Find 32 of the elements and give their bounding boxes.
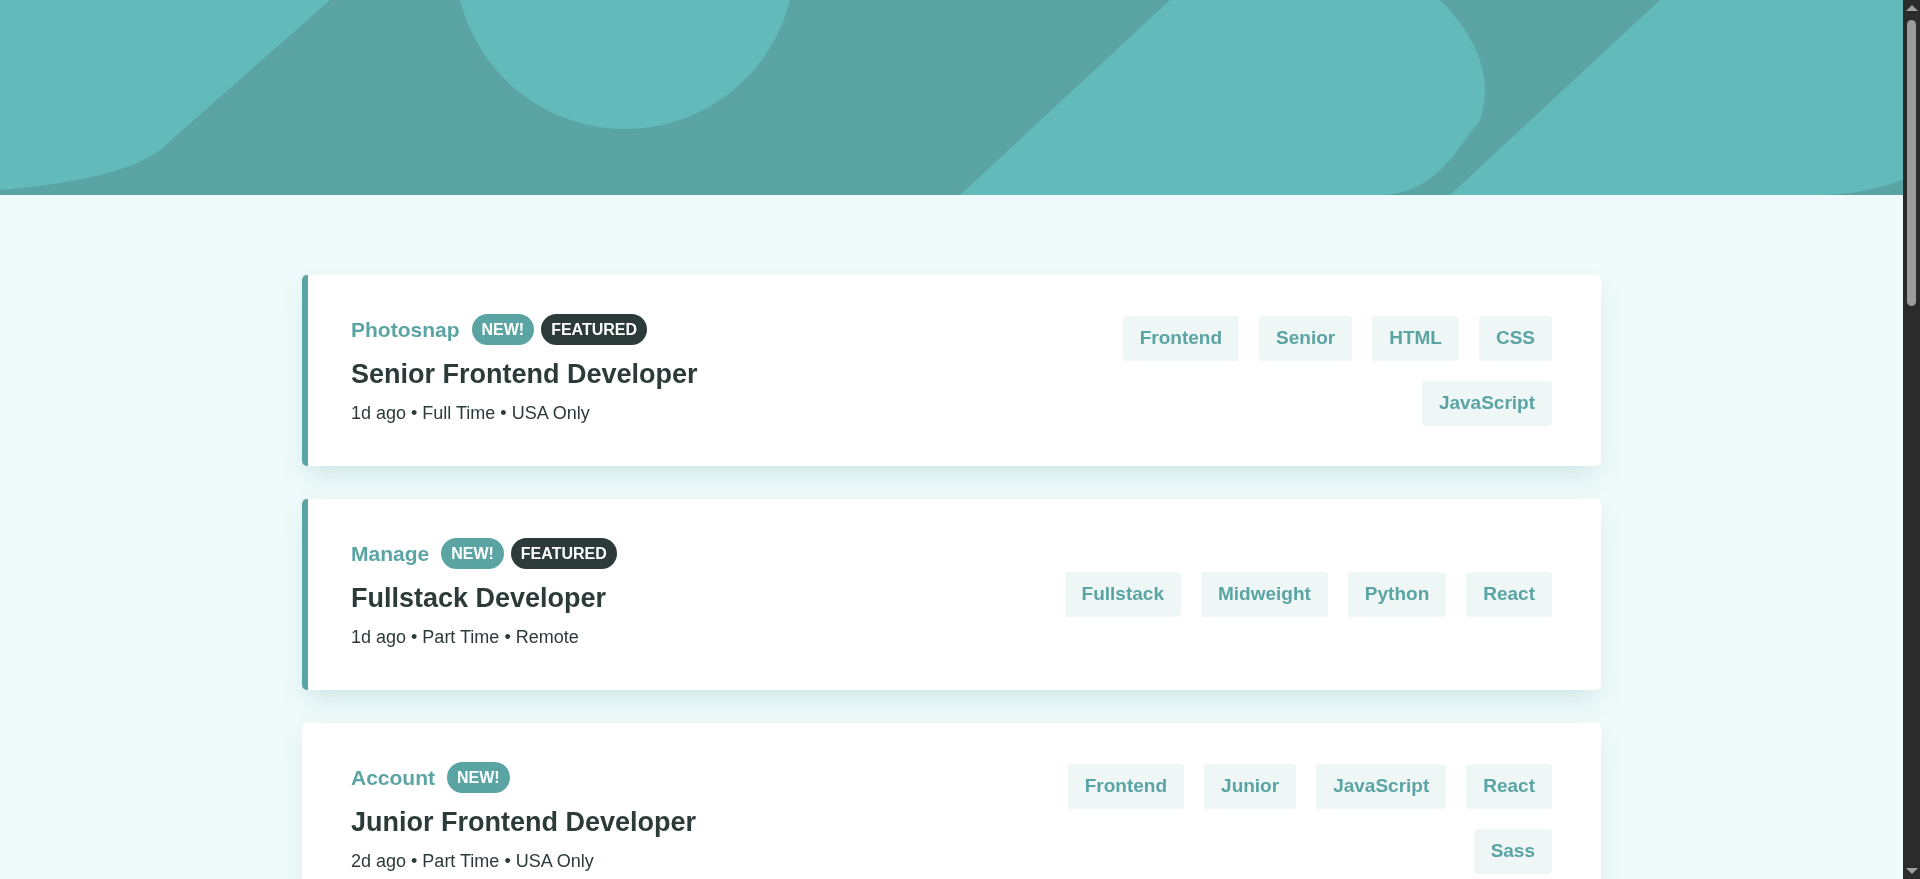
- filter-tag[interactable]: Junior: [1204, 763, 1297, 809]
- filter-tag[interactable]: JavaScript: [1421, 380, 1552, 426]
- featured-badge: FEATURED: [541, 314, 648, 346]
- filter-tag[interactable]: Frontend: [1122, 315, 1240, 361]
- company-name: Account: [351, 765, 435, 791]
- job-details: 2d ago • Part Time • USA Only: [351, 850, 595, 873]
- filter-tag[interactable]: React: [1466, 763, 1552, 809]
- filter-tag[interactable]: Senior: [1259, 315, 1353, 361]
- scrollbar-thumb[interactable]: [1907, 20, 1916, 306]
- filter-tag[interactable]: Midweight: [1200, 572, 1328, 617]
- new-badge: NEW!: [441, 538, 504, 570]
- filter-tag[interactable]: Frontend: [1067, 763, 1185, 809]
- filter-tag[interactable]: CSS: [1478, 315, 1552, 361]
- job-title[interactable]: Fullstack Developer: [351, 577, 624, 618]
- new-badge: NEW!: [447, 762, 510, 794]
- job-details: 1d ago • Part Time • Remote: [351, 626, 580, 649]
- company-name: Photosnap: [351, 317, 460, 343]
- job-details: 1d ago • Full Time • USA Only: [351, 402, 591, 425]
- scroll-down-icon[interactable]: [1905, 868, 1918, 874]
- job-title[interactable]: Senior Frontend Developer: [351, 353, 698, 394]
- filter-tag[interactable]: JavaScript: [1316, 763, 1447, 809]
- job-title[interactable]: Junior Frontend Developer: [351, 801, 697, 842]
- filter-tag[interactable]: React: [1466, 572, 1552, 617]
- company-name: Manage: [351, 541, 430, 567]
- scrollbar[interactable]: [1903, 0, 1920, 879]
- scroll-up-icon[interactable]: [1905, 5, 1918, 11]
- featured-badge: FEATURED: [510, 538, 617, 570]
- filter-tag[interactable]: Sass: [1473, 828, 1552, 874]
- new-badge: NEW!: [471, 314, 535, 346]
- filter-tag[interactable]: HTML: [1372, 315, 1459, 361]
- filter-tag[interactable]: Fullstack: [1064, 572, 1181, 617]
- filter-tag[interactable]: Python: [1347, 572, 1447, 617]
